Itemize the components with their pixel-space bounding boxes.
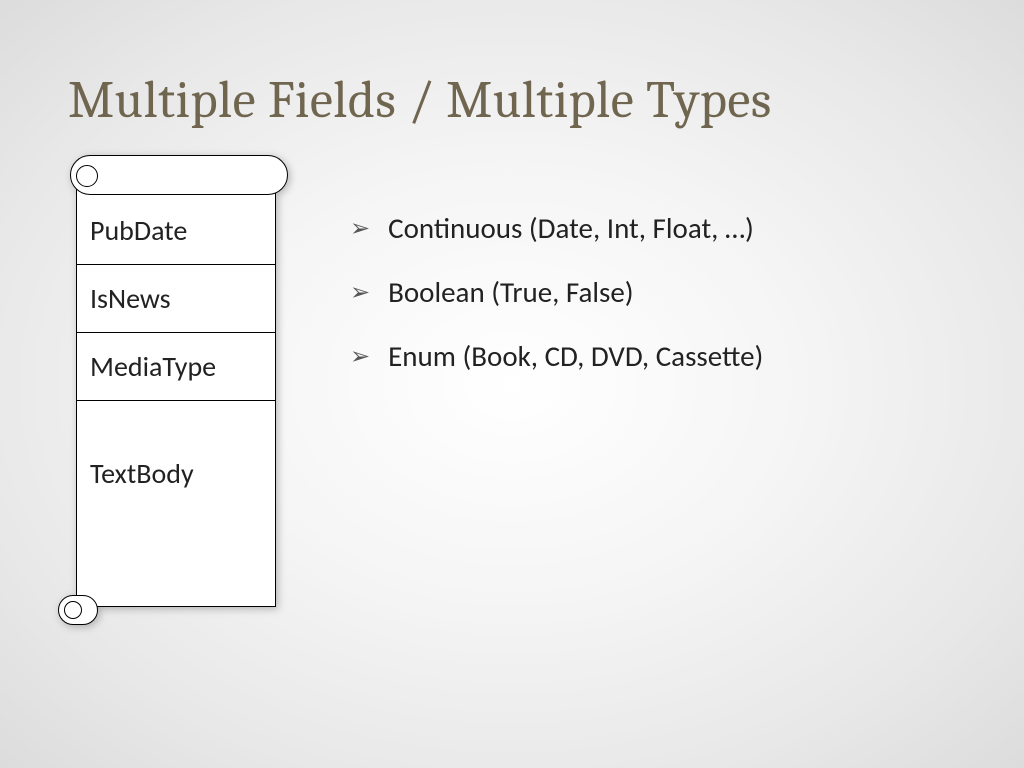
chevron-icon: ➢ <box>350 278 370 307</box>
scroll-top-roll <box>70 155 288 195</box>
bullet-enum: ➢ Enum (Book, CD, DVD, Cassette) <box>350 338 960 374</box>
field-list: PubDate IsNews MediaType TextBody <box>76 197 276 551</box>
bullet-boolean: ➢ Boolean (True, False) <box>350 274 960 310</box>
scroll-diagram: PubDate IsNews MediaType TextBody <box>58 155 283 625</box>
bullet-continuous: ➢ Continuous (Date, Int, Float, …) <box>350 210 960 246</box>
scroll-top-curl <box>76 165 98 187</box>
bullet-text: Continuous (Date, Int, Float, …) <box>388 210 754 246</box>
field-mediatype: MediaType <box>76 333 276 401</box>
chevron-icon: ➢ <box>350 342 370 371</box>
field-pubdate: PubDate <box>76 197 276 265</box>
bullet-text: Enum (Book, CD, DVD, Cassette) <box>388 338 763 374</box>
bullet-list: ➢ Continuous (Date, Int, Float, …) ➢ Boo… <box>350 210 960 402</box>
field-textbody: TextBody <box>76 401 276 551</box>
bullet-text: Boolean (True, False) <box>388 274 633 310</box>
slide-title: Multiple Fields / Multiple Types <box>68 70 772 130</box>
scroll-bottom-curl <box>64 601 82 619</box>
field-isnews: IsNews <box>76 265 276 333</box>
chevron-icon: ➢ <box>350 214 370 243</box>
